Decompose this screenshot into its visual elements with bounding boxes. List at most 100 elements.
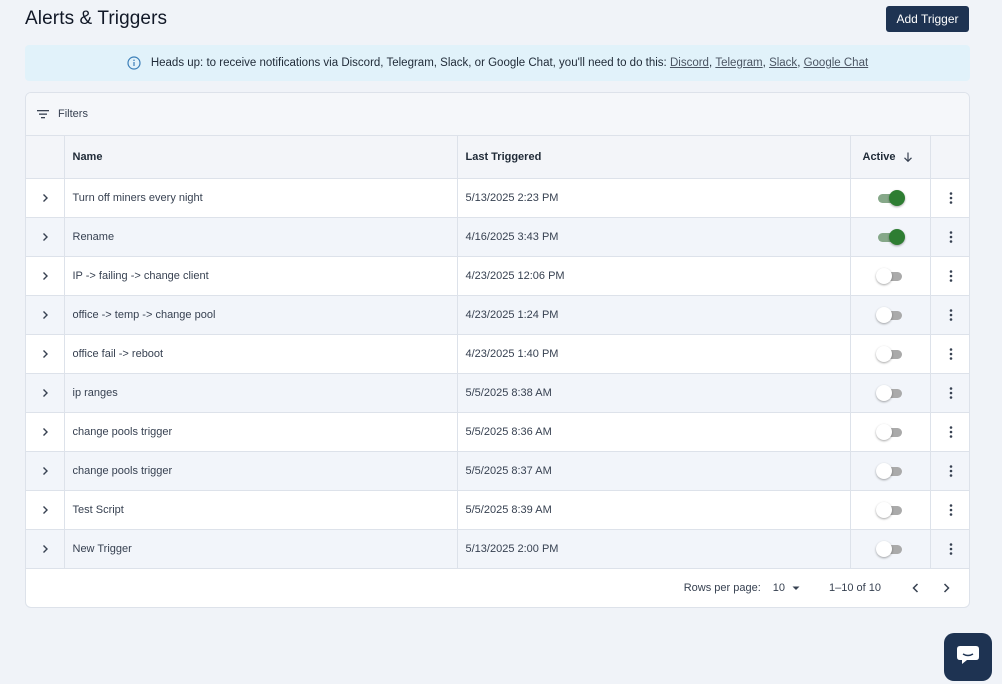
last-triggered: 5/5/2025 8:36 AM	[457, 412, 851, 452]
expand-row-button[interactable]	[26, 217, 65, 257]
active-cell	[850, 451, 931, 491]
row-menu-button[interactable]	[930, 178, 969, 218]
notification-banner: Heads up: to receive notifications via D…	[25, 45, 970, 81]
active-toggle[interactable]	[876, 189, 905, 206]
toggle-knob	[876, 501, 892, 518]
expand-row-button[interactable]	[26, 178, 65, 218]
active-cell	[850, 334, 931, 374]
active-toggle[interactable]	[876, 423, 904, 440]
discord-link[interactable]: Discord	[670, 57, 709, 69]
expand-row-button[interactable]	[26, 529, 65, 569]
row-menu-button[interactable]	[930, 256, 969, 296]
kebab-menu-icon	[945, 503, 957, 517]
triggers-card: Filters Name Last Triggered Active Turn …	[25, 92, 970, 608]
google-chat-link[interactable]: Google Chat	[804, 57, 869, 69]
active-toggle[interactable]	[876, 462, 904, 479]
last-triggered: 5/5/2025 8:38 AM	[457, 373, 851, 413]
slack-link[interactable]: Slack	[769, 57, 797, 69]
active-cell	[850, 178, 931, 218]
rows-per-page-select[interactable]: 10	[773, 582, 801, 594]
chevron-right-icon	[39, 192, 51, 204]
trigger-name: change pools trigger	[64, 451, 458, 491]
last-triggered: 5/5/2025 8:37 AM	[457, 451, 851, 491]
trigger-name: office -> temp -> change pool	[64, 295, 458, 335]
sort-arrow-down-icon[interactable]	[902, 151, 914, 163]
table-row[interactable]: ip ranges 5/5/2025 8:38 AM	[26, 373, 969, 413]
row-menu-button[interactable]	[930, 412, 969, 452]
active-cell	[850, 295, 931, 335]
table-row[interactable]: Turn off miners every night 5/13/2025 2:2…	[26, 178, 969, 218]
active-toggle[interactable]	[876, 267, 904, 284]
row-menu-button[interactable]	[930, 373, 969, 413]
kebab-menu-icon	[945, 425, 957, 439]
table-row[interactable]: office fail -> reboot 4/23/2025 1:40 PM	[26, 334, 969, 374]
trigger-name: Rename	[64, 217, 458, 257]
table-row[interactable]: New Trigger 5/13/2025 2:00 PM	[26, 529, 969, 569]
active-toggle[interactable]	[876, 540, 904, 557]
table-row[interactable]: change pools trigger 5/5/2025 8:36 AM	[26, 412, 969, 452]
column-header-name[interactable]: Name	[64, 136, 458, 179]
previous-page-button[interactable]	[909, 581, 923, 595]
chevron-right-icon	[39, 309, 51, 321]
chevron-right-icon	[39, 465, 51, 477]
filters-button[interactable]: Filters	[26, 93, 969, 136]
expand-row-button[interactable]	[26, 451, 65, 491]
toggle-knob	[876, 306, 892, 323]
toggle-knob	[876, 384, 892, 401]
row-menu-button[interactable]	[930, 334, 969, 374]
expand-row-button[interactable]	[26, 490, 65, 530]
kebab-menu-icon	[945, 386, 957, 400]
row-menu-button[interactable]	[930, 490, 969, 530]
column-header-active[interactable]: Active	[850, 136, 931, 179]
row-menu-button[interactable]	[930, 451, 969, 491]
trigger-name: New Trigger	[64, 529, 458, 569]
active-toggle[interactable]	[876, 345, 904, 362]
info-icon	[127, 56, 141, 70]
kebab-menu-icon	[945, 191, 957, 205]
table-row[interactable]: office -> temp -> change pool 4/23/2025 1…	[26, 295, 969, 335]
telegram-link[interactable]: Telegram	[715, 57, 762, 69]
row-menu-button[interactable]	[930, 295, 969, 335]
toggle-knob	[889, 228, 905, 245]
chat-widget-button[interactable]	[944, 633, 992, 681]
toggle-knob	[889, 189, 905, 206]
row-menu-button[interactable]	[930, 529, 969, 569]
column-header-last-triggered[interactable]: Last Triggered	[457, 136, 851, 179]
table-row[interactable]: Test Script 5/5/2025 8:39 AM	[26, 490, 969, 530]
active-cell	[850, 373, 931, 413]
kebab-menu-icon	[945, 347, 957, 361]
row-menu-button[interactable]	[930, 217, 969, 257]
toggle-knob	[876, 423, 892, 440]
banner-separator: ,	[797, 57, 801, 69]
chevron-right-icon	[39, 504, 51, 516]
filter-icon	[36, 107, 50, 121]
table-row[interactable]: change pools trigger 5/5/2025 8:37 AM	[26, 451, 969, 491]
chevron-right-icon	[39, 231, 51, 243]
pagination: Rows per page: 10 1–10 of 10	[26, 569, 969, 607]
expand-row-button[interactable]	[26, 373, 65, 413]
active-toggle[interactable]	[876, 228, 905, 245]
kebab-menu-icon	[945, 308, 957, 322]
last-triggered: 4/16/2025 3:43 PM	[457, 217, 851, 257]
table-row[interactable]: IP -> failing -> change client 4/23/2025 …	[26, 256, 969, 296]
kebab-menu-icon	[945, 269, 957, 283]
expand-row-button[interactable]	[26, 334, 65, 374]
active-toggle[interactable]	[876, 501, 904, 518]
active-cell	[850, 256, 931, 296]
rows-per-page-label: Rows per page:	[683, 581, 761, 594]
active-toggle[interactable]	[876, 306, 904, 323]
next-page-button[interactable]	[939, 581, 953, 595]
rows-per-page-value: 10	[772, 581, 785, 594]
expand-row-button[interactable]	[26, 295, 65, 335]
add-trigger-button[interactable]: Add Trigger	[886, 6, 969, 32]
toggle-knob	[876, 462, 892, 479]
trigger-name: Turn off miners every night	[64, 178, 458, 218]
chevron-right-icon	[39, 270, 51, 282]
banner-separator: ,	[708, 57, 713, 69]
expand-row-button[interactable]	[26, 412, 65, 452]
active-toggle[interactable]	[876, 384, 904, 401]
table-row[interactable]: Rename 4/16/2025 3:43 PM	[26, 217, 969, 257]
caret-down-icon	[791, 583, 801, 593]
triggers-table: Name Last Triggered Active Turn off mine…	[26, 136, 969, 569]
expand-row-button[interactable]	[26, 256, 65, 296]
